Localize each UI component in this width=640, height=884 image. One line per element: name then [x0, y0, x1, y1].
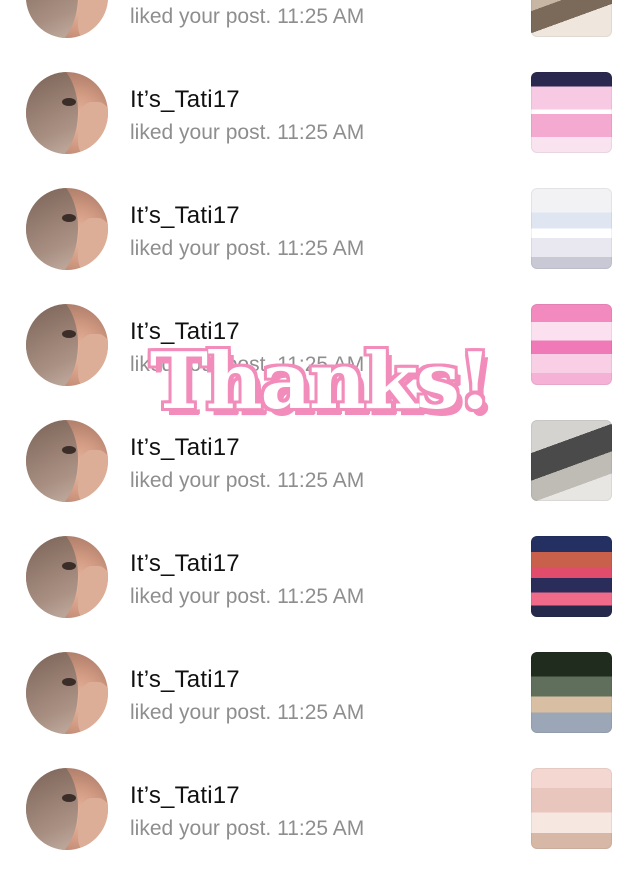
post-thumbnail[interactable] — [531, 768, 612, 849]
avatar[interactable] — [26, 420, 108, 502]
avatar[interactable] — [26, 768, 108, 850]
notification-row[interactable]: It’s_Tati17 liked your post. 11:25 AM — [0, 652, 640, 768]
activity-list: liked your post. 11:25 AM It’s_Tati17 li… — [0, 0, 640, 856]
notification-row[interactable]: It’s_Tati17 liked your post. 11:25 AM — [0, 536, 640, 652]
notification-username[interactable]: It’s_Tati17 — [130, 550, 240, 578]
post-thumbnail[interactable] — [531, 72, 612, 153]
post-thumbnail[interactable] — [531, 652, 612, 733]
avatar[interactable] — [26, 0, 108, 38]
post-thumbnail[interactable] — [531, 536, 612, 617]
post-thumbnail[interactable] — [531, 420, 612, 501]
notification-action: liked your post. 11:25 AM — [130, 585, 365, 608]
thanks-sticker: Thanks! — [149, 336, 492, 427]
avatar[interactable] — [26, 72, 108, 154]
notification-username[interactable]: It’s_Tati17 — [130, 782, 240, 810]
notification-row[interactable]: It’s_Tati17 liked your post. 11:25 AM — [0, 188, 640, 304]
post-thumbnail[interactable] — [531, 188, 612, 269]
notification-action: liked your post. 11:25 AM — [130, 5, 365, 28]
notification-action: liked your post. 11:25 AM — [130, 121, 365, 144]
notification-action: liked your post. 11:25 AM — [130, 701, 365, 724]
notification-username[interactable]: It’s_Tati17 — [130, 202, 240, 230]
notification-action: liked your post. 11:25 AM — [130, 469, 365, 492]
notification-row[interactable]: liked your post. 11:25 AM — [0, 0, 640, 72]
notification-row[interactable]: It’s_Tati17 liked your post. 11:25 AM — [0, 768, 640, 884]
notification-username[interactable]: It’s_Tati17 — [130, 86, 240, 114]
avatar[interactable] — [26, 536, 108, 618]
notification-username[interactable]: It’s_Tati17 — [130, 434, 240, 462]
notification-action: liked your post. 11:25 AM — [130, 237, 365, 260]
avatar[interactable] — [26, 188, 108, 270]
notification-action: liked your post. 11:25 AM — [130, 817, 365, 840]
notification-row[interactable]: It’s_Tati17 liked your post. 11:25 AM — [0, 420, 640, 536]
avatar[interactable] — [26, 652, 108, 734]
post-thumbnail[interactable] — [531, 0, 612, 37]
notification-username[interactable]: It’s_Tati17 — [130, 666, 240, 694]
notification-row[interactable]: It’s_Tati17 liked your post. 11:25 AM — [0, 72, 640, 188]
